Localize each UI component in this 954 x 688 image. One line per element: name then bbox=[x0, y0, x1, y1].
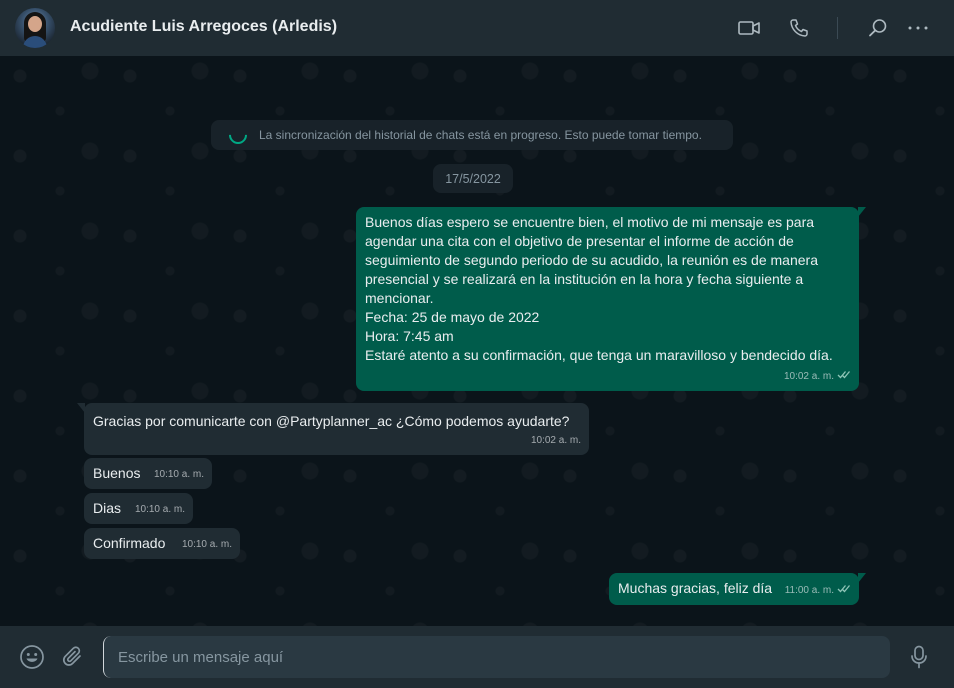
video-call-icon[interactable] bbox=[737, 16, 761, 40]
message-meta: 10:02 a. m. bbox=[784, 367, 851, 386]
message-incoming[interactable]: Confirmado 10:10 a. m. bbox=[84, 528, 240, 559]
message-text: Buenos días espero se encuentre bien, el… bbox=[365, 214, 833, 363]
message-incoming[interactable]: Gracias por comunicarte con @Partyplanne… bbox=[77, 403, 589, 455]
bubble-tail bbox=[858, 573, 866, 583]
message-text: Gracias por comunicarte con @Partyplanne… bbox=[93, 413, 570, 429]
bubble-tail bbox=[858, 207, 866, 217]
sync-spinner-icon bbox=[225, 122, 251, 148]
read-ticks-icon bbox=[837, 581, 851, 600]
message-outgoing[interactable]: Buenos días espero se encuentre bien, el… bbox=[356, 207, 866, 391]
message-incoming[interactable]: Buenos 10:10 a. m. bbox=[84, 458, 212, 489]
message-time: 10:10 a. m. bbox=[153, 469, 204, 480]
bubble-tail bbox=[77, 403, 85, 413]
message-meta: 10:10 a. m. bbox=[135, 500, 185, 519]
emoji-icon[interactable] bbox=[19, 644, 45, 670]
whatsapp-window: Acudiente Luis Arregoces (Arledis) La si… bbox=[0, 0, 954, 688]
message-incoming[interactable]: Dias 10:10 a. m. bbox=[84, 493, 193, 524]
attach-icon[interactable] bbox=[60, 644, 86, 670]
read-ticks-icon bbox=[837, 367, 851, 386]
message-time: 10:10 a. m. bbox=[181, 539, 232, 550]
header-divider bbox=[837, 17, 838, 39]
message-time: 10:02 a. m. bbox=[783, 371, 834, 382]
message-time: 11:00 a. m. bbox=[784, 585, 834, 596]
message-outgoing[interactable]: Muchas gracias, feliz día 11:00 a. m. bbox=[609, 573, 866, 605]
contact-name[interactable]: Acudiente Luis Arregoces (Arledis) bbox=[70, 18, 337, 36]
menu-icon[interactable] bbox=[906, 16, 930, 40]
voice-call-icon[interactable] bbox=[787, 16, 811, 40]
sync-notice-text: La sincronización del historial de chats… bbox=[259, 128, 702, 142]
search-icon[interactable] bbox=[866, 16, 890, 40]
avatar-face bbox=[28, 16, 42, 32]
message-time: 10:02 a. m. bbox=[530, 435, 581, 446]
message-input[interactable] bbox=[103, 636, 890, 678]
avatar[interactable] bbox=[15, 8, 55, 48]
chat-area[interactable]: La sincronización del historial de chats… bbox=[0, 56, 954, 626]
message-meta: 10:10 a. m. bbox=[182, 535, 232, 554]
message-meta: 11:00 a. m. bbox=[785, 581, 851, 600]
date-chip: 17/5/2022 bbox=[433, 164, 513, 193]
message-meta: 10:02 a. m. bbox=[531, 431, 581, 450]
message-time: 10:10 a. m. bbox=[134, 504, 185, 515]
microphone-icon[interactable] bbox=[906, 644, 932, 670]
chat-header: Acudiente Luis Arregoces (Arledis) bbox=[0, 0, 954, 56]
composer-bar bbox=[0, 626, 954, 688]
message-meta: 10:10 a. m. bbox=[154, 465, 204, 484]
sync-notice: La sincronización del historial de chats… bbox=[211, 120, 733, 150]
